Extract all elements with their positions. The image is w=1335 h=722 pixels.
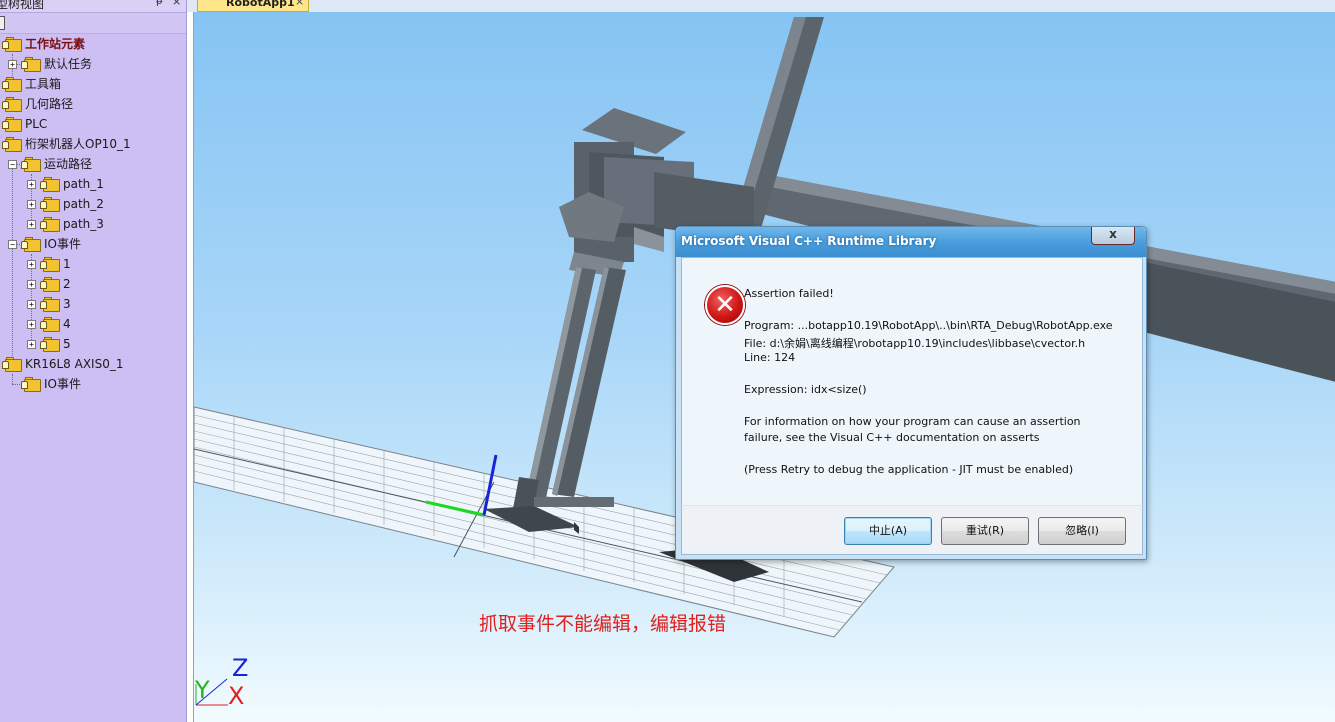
message-line: Program: ...botapp10.19\RobotApp\..\bin\… — [744, 319, 1113, 332]
tree-item-io-2[interactable]: + 2 — [0, 274, 186, 294]
tree-item-label: KR16L8 AXIS0_1 — [25, 357, 124, 371]
folder-icon — [40, 177, 60, 192]
folder-icon — [21, 377, 41, 392]
document-icon[interactable] — [0, 16, 5, 30]
folder-icon — [40, 197, 60, 212]
tree-item-station-elements[interactable]: 工作站元素 — [0, 34, 186, 54]
folder-icon — [2, 77, 22, 92]
tree-item-label: 运动路径 — [44, 157, 93, 171]
close-icon[interactable]: x — [1091, 227, 1135, 245]
folder-icon — [21, 157, 41, 172]
tab-label: RobotApp1 — [226, 0, 295, 9]
tree-item-label: 桁架机器人OP10_1 — [25, 137, 131, 151]
runtime-error-dialog: Microsoft Visual C++ Runtime Library x ✕… — [675, 226, 1147, 560]
folder-icon — [40, 317, 60, 332]
tree-item-label: 1 — [63, 257, 71, 271]
tree-toolbar — [0, 13, 186, 34]
tree-panel-header: 型树视图 ᵽ × — [0, 0, 186, 13]
tree-item-label: 工作站元素 — [25, 37, 86, 51]
abort-button[interactable]: 中止(A) — [844, 517, 932, 545]
axis-y-label: Y — [195, 676, 210, 704]
message-line: Line: 124 — [744, 351, 796, 364]
folder-icon — [21, 237, 41, 252]
expand-icon[interactable]: + — [27, 280, 36, 289]
collapse-icon[interactable]: − — [8, 240, 17, 249]
tree-item-gantry-robot[interactable]: 桁架机器人OP10_1 — [0, 134, 186, 154]
tree-item-toolbox[interactable]: 工具箱 — [0, 74, 186, 94]
tree-item-label: path_2 — [63, 197, 104, 211]
expand-icon[interactable]: + — [27, 300, 36, 309]
close-tab-icon[interactable]: × — [295, 0, 304, 8]
message-line: For information on how your program can … — [744, 415, 1081, 428]
folder-icon — [40, 257, 60, 272]
expand-icon[interactable]: + — [27, 180, 36, 189]
tree-item-label: PLC — [25, 117, 48, 131]
tree-item-path-1[interactable]: + path_1 — [0, 174, 186, 194]
tree-item-io-5[interactable]: + 5 — [0, 334, 186, 354]
tree-item-geometry-paths[interactable]: 几何路径 — [0, 94, 186, 114]
message-line: (Press Retry to debug the application - … — [744, 463, 1074, 476]
dialog-titlebar[interactable]: Microsoft Visual C++ Runtime Library x — [676, 227, 1146, 257]
tree-item-label: IO事件 — [44, 377, 81, 391]
tree-item-label: 工具箱 — [25, 77, 62, 91]
axis-z-label: Z — [232, 654, 249, 682]
ignore-button[interactable]: 忽略(I) — [1038, 517, 1126, 545]
tree-item-kr16l8[interactable]: KR16L8 AXIS0_1 — [0, 354, 186, 374]
folder-icon — [40, 297, 60, 312]
collapse-icon[interactable]: − — [8, 160, 17, 169]
folder-icon — [21, 57, 41, 72]
gantry-column — [512, 267, 626, 517]
expand-icon[interactable]: + — [27, 320, 36, 329]
model-tree-panel: 型树视图 ᵽ × 工作站元素 + 默认任务 工具箱 几何路径 PLC 桁架机器人… — [0, 0, 187, 722]
tree-item-label: IO事件 — [44, 237, 81, 251]
tree-item-label: path_1 — [63, 177, 104, 191]
folder-icon — [40, 277, 60, 292]
axis-x-label: X — [228, 682, 245, 710]
close-icon[interactable]: × — [172, 0, 181, 8]
folder-icon — [2, 97, 22, 112]
expand-icon[interactable]: + — [8, 60, 17, 69]
expand-icon[interactable]: + — [27, 340, 36, 349]
expand-icon[interactable]: + — [27, 200, 36, 209]
message-line: File: d:\余娟\离线编程\robotapp10.19\includes\… — [744, 337, 1086, 350]
tree-item-label: path_3 — [63, 217, 104, 231]
tree-item-motion-paths[interactable]: − 运动路径 — [0, 154, 186, 174]
folder-icon — [40, 217, 60, 232]
error-icon: ✕ — [705, 285, 745, 325]
folder-icon — [2, 117, 22, 132]
annotation-caption: 抓取事件不能编辑，编辑报错 — [479, 613, 727, 635]
folder-icon — [2, 137, 22, 152]
message-line: Expression: idx<size() — [744, 383, 867, 396]
tree-item-io-1[interactable]: + 1 — [0, 254, 186, 274]
tree-panel-title: 型树视图 — [0, 0, 45, 11]
tree-item-label: 3 — [63, 297, 71, 311]
tree-item-label: 5 — [63, 337, 71, 351]
message-line: Assertion failed! — [744, 287, 834, 300]
tree-item-default-task[interactable]: + 默认任务 — [0, 54, 186, 74]
folder-icon — [40, 337, 60, 352]
tree-item-label: 几何路径 — [25, 97, 74, 111]
tree-item-plc[interactable]: PLC — [0, 114, 186, 134]
document-tab-strip: RobotApp1 × — [187, 0, 1335, 12]
tree-item-io-3[interactable]: + 3 — [0, 294, 186, 314]
pin-icon[interactable]: ᵽ — [156, 0, 163, 7]
tree-item-path-3[interactable]: + path_3 — [0, 214, 186, 234]
dialog-body: ✕ Assertion failed! Program: ...botapp10… — [681, 257, 1143, 506]
tree-item-io-4[interactable]: + 4 — [0, 314, 186, 334]
dialog-button-bar: 中止(A) 重试(R) 忽略(I) — [681, 505, 1143, 555]
tree-item-label: 4 — [63, 317, 71, 331]
expand-icon[interactable]: + — [27, 260, 36, 269]
folder-icon — [2, 357, 22, 372]
retry-button[interactable]: 重试(R) — [941, 517, 1029, 545]
folder-icon — [2, 37, 22, 52]
tree-item-kr16l8-io-events[interactable]: IO事件 — [0, 374, 186, 394]
expand-icon[interactable]: + — [27, 220, 36, 229]
tree-item-label: 2 — [63, 277, 71, 291]
message-line: failure, see the Visual C++ documentatio… — [744, 431, 1040, 444]
tab-robotapp1[interactable]: RobotApp1 × — [197, 0, 309, 12]
dialog-title: Microsoft Visual C++ Runtime Library — [681, 234, 937, 248]
tree-item-label: 默认任务 — [44, 57, 93, 71]
tree-item-io-events[interactable]: − IO事件 — [0, 234, 186, 254]
tree-item-path-2[interactable]: + path_2 — [0, 194, 186, 214]
